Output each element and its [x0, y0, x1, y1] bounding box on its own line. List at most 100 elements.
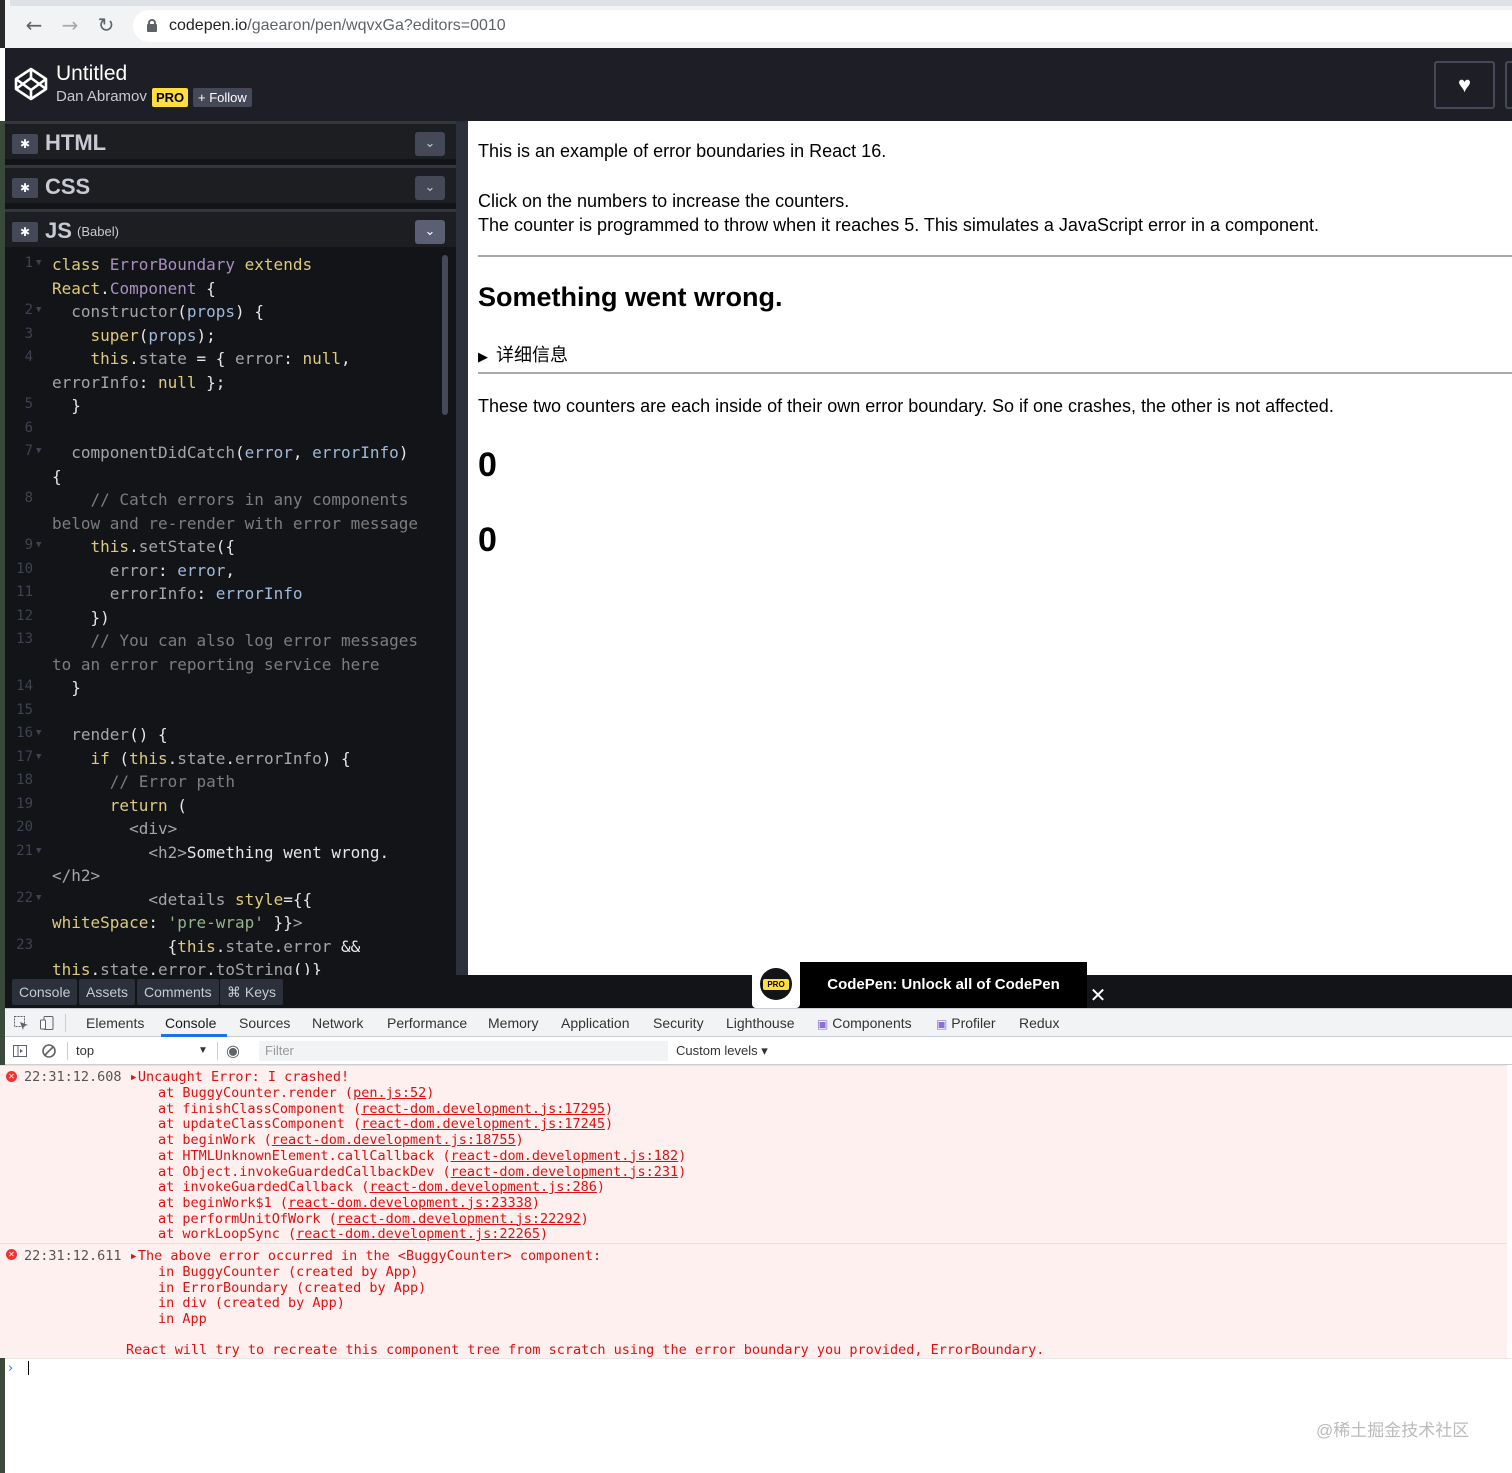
editor-resize-handle[interactable]	[456, 121, 468, 975]
codepen-logo-icon[interactable]	[13, 66, 49, 102]
code-token: state	[177, 748, 226, 768]
inspect-element-icon[interactable]	[13, 1015, 29, 1031]
close-icon[interactable]: ✕	[1088, 983, 1108, 1007]
caret-down-icon[interactable]: ▼	[198, 1045, 208, 1056]
heart-icon: ♥	[1457, 72, 1472, 97]
console-error-1[interactable]: ✕ 22:31:12.608 ▸Uncaught Error: I crashed…	[0, 1065, 1507, 1243]
code-token: toString	[215, 960, 293, 975]
log-levels-dropdown[interactable]: Custom levels ▾	[676, 1043, 768, 1059]
clear-console-icon[interactable]	[41, 1043, 57, 1059]
device-toolbar-icon[interactable]	[39, 1015, 55, 1031]
code-line: 8 // Catch errors in any components	[5, 490, 442, 513]
source-link[interactable]: react-dom.development.js:286	[369, 1179, 597, 1195]
error-header: 22:31:12.611 ▸The above error occurred i…	[24, 1248, 601, 1264]
css-editor-header[interactable]: ✱ CSS ⌄	[5, 165, 456, 203]
tab-application[interactable]: Application	[561, 1015, 630, 1031]
pen-title[interactable]: Untitled	[56, 62, 127, 86]
console-error-2[interactable]: ✕ 22:31:12.611 ▸The above error occurred …	[0, 1243, 1507, 1358]
source-link[interactable]: react-dom.development.js:231	[451, 1164, 679, 1180]
console-button[interactable]: Console	[12, 979, 78, 1005]
counter-2[interactable]: 0	[478, 521, 497, 560]
html-editor-header[interactable]: ✱ HTML ⌄	[5, 121, 456, 159]
keys-button[interactable]: ⌘ Keys	[220, 979, 284, 1005]
divider	[478, 255, 1512, 257]
back-arrow-icon[interactable]: ←	[23, 14, 45, 36]
code-line: 22 ▼ <details style={{	[5, 890, 442, 913]
context-selector[interactable]: top	[76, 1043, 94, 1058]
tab-sources[interactable]: Sources	[239, 1015, 290, 1031]
header-button-edge[interactable]	[1505, 61, 1512, 109]
js-editor-header[interactable]: ✱ JS (Babel) ⌄	[5, 209, 456, 247]
fold-arrow-icon[interactable]: ▼	[36, 893, 41, 903]
fold-arrow-icon[interactable]: ▼	[36, 540, 41, 550]
chevron-down-icon[interactable]: ⌄	[415, 176, 445, 200]
js-code-editor[interactable]: 1 ▼ class ErrorBoundary extends React.Compo…	[5, 255, 442, 975]
chevron-down-icon[interactable]: ⌄	[415, 220, 445, 244]
sidebar-toggle-icon[interactable]	[12, 1043, 28, 1059]
source-link[interactable]: react-dom.development.js:17245	[361, 1116, 605, 1132]
source-link[interactable]: react-dom.development.js:23338	[288, 1195, 532, 1211]
heart-button[interactable]: ♥	[1434, 61, 1495, 109]
expand-arrow-icon[interactable]: ▸	[122, 1248, 138, 1264]
error-details[interactable]: ▶ 详细信息	[478, 341, 568, 367]
code-token: errorInfo	[312, 443, 399, 462]
chevron-down-icon[interactable]: ⌄	[415, 132, 445, 156]
source-link[interactable]: react-dom.development.js:22265	[296, 1226, 540, 1242]
source-link[interactable]: pen.js:52	[353, 1085, 426, 1101]
source-link[interactable]: react-dom.development.js:182	[451, 1148, 679, 1164]
fold-arrow-icon[interactable]: ▼	[36, 752, 41, 762]
code-line: below and re-render with error message	[5, 514, 442, 537]
tab-console[interactable]: Console	[165, 1015, 216, 1031]
tab-components[interactable]: ▣ Components	[817, 1015, 912, 1031]
source-link[interactable]: react-dom.development.js:22292	[337, 1211, 581, 1227]
tab-security[interactable]: Security	[653, 1015, 704, 1031]
gear-icon[interactable]: ✱	[12, 178, 38, 198]
expand-arrow-icon[interactable]: ▸	[122, 1069, 138, 1085]
code-token: // You can also log error messages	[52, 631, 419, 650]
pro-badge: PRO	[152, 88, 189, 107]
stack-frame: at BuggyCounter.render (pen.js:52)	[158, 1085, 434, 1101]
tab-performance[interactable]: Performance	[387, 1015, 467, 1031]
eye-icon[interactable]: ◉	[226, 1041, 240, 1060]
console-input[interactable]	[28, 1361, 29, 1375]
promo-banner[interactable]: CodePen: Unlock all of CodePen	[800, 962, 1087, 1008]
fold-arrow-icon[interactable]: ▼	[36, 728, 41, 738]
code-scrollbar[interactable]	[442, 255, 448, 415]
counter-1[interactable]: 0	[478, 446, 497, 485]
filter-input[interactable]: Filter	[259, 1041, 668, 1061]
fold-arrow-icon[interactable]: ▼	[36, 305, 41, 315]
tab-elements[interactable]: Elements	[86, 1015, 144, 1031]
tab-profiler[interactable]: ▣ Profiler	[936, 1015, 996, 1031]
tab-lighthouse[interactable]: Lighthouse	[726, 1015, 795, 1031]
tab-profiler-label: Profiler	[951, 1015, 996, 1031]
comments-button[interactable]: Comments	[137, 979, 219, 1005]
reload-icon[interactable]: ↻	[95, 14, 117, 36]
tab-network[interactable]: Network	[312, 1015, 363, 1031]
stack-paren: )	[515, 1132, 524, 1149]
tab-memory[interactable]: Memory	[488, 1015, 539, 1031]
error-header: 22:31:12.608 ▸Uncaught Error: I crashed!	[24, 1069, 349, 1085]
css-editor-label: CSS	[45, 174, 91, 199]
gear-icon[interactable]: ✱	[12, 222, 38, 242]
address-bar[interactable]: codepen.io/gaearon/pen/wqvxGa?editors=00…	[133, 10, 1512, 42]
code-token: state	[138, 349, 187, 368]
follow-button[interactable]: + Follow	[193, 88, 252, 107]
fold-arrow-icon[interactable]: ▼	[36, 258, 41, 268]
assets-button[interactable]: Assets	[79, 979, 136, 1005]
forward-arrow-icon[interactable]: →	[59, 14, 81, 36]
source-link[interactable]: react-dom.development.js:17295	[361, 1101, 605, 1117]
fold-arrow-icon[interactable]: ▼	[36, 446, 41, 456]
fold-arrow-icon[interactable]: ▼	[36, 846, 41, 856]
code-text: <details style={{	[52, 890, 312, 909]
html-editor-label: HTML	[45, 130, 107, 155]
gear-icon[interactable]: ✱	[12, 134, 38, 154]
toolbar-divider	[67, 1042, 68, 1060]
author-name[interactable]: Dan Abramov	[56, 88, 147, 105]
code-token: Something went wrong.	[186, 842, 390, 862]
code-line: 13 // You can also log error messages	[5, 631, 442, 654]
tab-redux[interactable]: Redux	[1019, 1015, 1059, 1031]
source-link[interactable]: react-dom.development.js:18755	[272, 1132, 516, 1148]
pro-promo-icon[interactable]: PRO	[752, 960, 800, 1008]
